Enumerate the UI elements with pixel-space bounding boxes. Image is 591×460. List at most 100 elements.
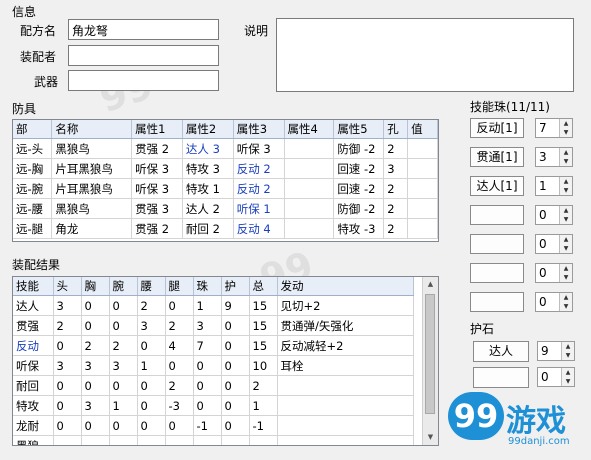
jewel-button[interactable] [470, 234, 524, 254]
charm-skill2-stepper[interactable]: 0 ▲ ▼ [537, 367, 575, 387]
table-row[interactable]: 耐回 0 0 0 0 2 0 0 2 [13, 375, 414, 396]
table-cell: 0 [109, 375, 138, 396]
column-header[interactable]: 胸 [81, 277, 110, 296]
column-header[interactable]: 属性4 [284, 120, 335, 139]
column-header[interactable]: 属性3 [233, 120, 285, 139]
column-header[interactable]: 属性2 [182, 120, 234, 139]
column-header[interactable]: 珠 [193, 277, 222, 296]
table-cell: 贯强 2 [131, 138, 183, 159]
column-header[interactable]: 孔 [383, 120, 409, 139]
table-cell: 黑狼鸟 [51, 198, 133, 219]
jewel-count-stepper[interactable]: 0 ▲ ▼ [535, 263, 573, 283]
column-header[interactable]: 腰 [137, 277, 166, 296]
jewel-count-stepper[interactable]: 0 ▲ ▼ [535, 234, 573, 254]
charm-section-label: 护石 [470, 322, 495, 336]
jewel-count: 3 [539, 150, 547, 164]
scroll-up-icon[interactable]: ▲ [423, 277, 438, 292]
column-header[interactable]: 技能 [13, 277, 54, 296]
table-row[interactable]: 反动 0 2 2 0 4 7 0 15 反动减轻+2 [13, 335, 414, 356]
column-header[interactable]: 护 [221, 277, 250, 296]
info-section-label: 信息 [12, 5, 37, 19]
column-header[interactable]: 属性1 [131, 120, 183, 139]
stepper-down-icon[interactable]: ▼ [559, 128, 572, 137]
table-cell: 反动减轻+2 [277, 335, 414, 356]
table-cell: 耳栓 [277, 355, 414, 376]
table-row[interactable]: 远-腰 黑狼鸟 贯强 3 达人 2 听保 1 防御 -2 2 [13, 198, 438, 219]
column-header[interactable]: 发动 [277, 277, 414, 296]
jewel-count: 0 [539, 295, 547, 309]
table-cell: 0 [81, 295, 110, 316]
jewel-button[interactable] [470, 263, 524, 283]
table-cell [53, 435, 82, 445]
column-header[interactable]: 部 [13, 120, 53, 139]
stepper-down-icon[interactable]: ▼ [559, 302, 572, 311]
table-cell: 0 [81, 315, 110, 336]
table-cell: 1 [109, 395, 138, 416]
recipe-name-input[interactable]: 角龙弩 [68, 19, 219, 40]
table-cell: 贯强 2 [131, 218, 183, 239]
column-header[interactable]: 值 [407, 120, 438, 139]
stepper-down-icon[interactable]: ▼ [559, 244, 572, 253]
jewel-count-stepper[interactable]: 7 ▲ ▼ [535, 118, 573, 138]
jewel-count-stepper[interactable]: 3 ▲ ▼ [535, 147, 573, 167]
scroll-thumb[interactable] [425, 294, 435, 414]
armor-table: 部名称 属性1 属性2 属性3 属性4 属性5 孔值 远-头 黑狼鸟 贯强 2 达人 3 听保 3防… [12, 119, 439, 242]
table-cell: 回速 -2 [333, 158, 385, 179]
table-cell: 0 [109, 295, 138, 316]
table-cell: 2 [383, 138, 409, 159]
table-row[interactable]: 黑狼 [13, 435, 414, 445]
table-row[interactable]: 远-头 黑狼鸟 贯强 2 达人 3 听保 3 防御 -2 2 [13, 138, 438, 159]
stepper-down-icon[interactable]: ▼ [561, 377, 574, 386]
table-row[interactable]: 达人 3 0 0 2 0 1 9 15 见切+2 [13, 295, 414, 316]
table-cell [277, 415, 414, 436]
stepper-down-icon[interactable]: ▼ [559, 215, 572, 224]
description-input[interactable] [276, 18, 574, 92]
column-header[interactable]: 头 [53, 277, 82, 296]
column-header[interactable]: 名称 [51, 120, 133, 139]
table-cell: 0 [81, 415, 110, 436]
table-row[interactable]: 贯强 2 0 0 3 2 3 0 15 贯通弹/矢强化 [13, 315, 414, 336]
table-cell [284, 138, 335, 159]
column-header[interactable]: 腿 [165, 277, 194, 296]
jewel-button[interactable] [470, 292, 524, 312]
table-cell: 0 [165, 295, 194, 316]
table-row[interactable]: 远-腕 片耳黑狼鸟 听保 3 特攻 1 反动 2 回速 -2 2 [13, 178, 438, 199]
weapon-input[interactable] [68, 70, 219, 91]
table-cell: 0 [193, 355, 222, 376]
table-cell: 远-腕 [13, 178, 53, 199]
column-header[interactable]: 总 [249, 277, 278, 296]
assembler-input[interactable] [68, 45, 219, 66]
table-cell: 0 [81, 375, 110, 396]
stepper-down-icon[interactable]: ▼ [559, 186, 572, 195]
charm-skill1-stepper[interactable]: 9 ▲ ▼ [537, 341, 575, 361]
table-cell: 3 [193, 315, 222, 336]
jewel-button[interactable]: 反动[1] [470, 118, 524, 138]
scroll-down-icon[interactable]: ▼ [423, 430, 438, 445]
jewel-count-stepper[interactable]: 0 ▲ ▼ [535, 205, 573, 225]
table-cell: 耐回 [13, 375, 54, 396]
jewel-button[interactable]: 达人[1] [470, 176, 524, 196]
charm-skill1-button[interactable]: 达人 [473, 341, 529, 362]
jewel-count-stepper[interactable]: 0 ▲ ▼ [535, 292, 573, 312]
column-header[interactable]: 腕 [109, 277, 138, 296]
table-row[interactable]: 听保 3 3 3 1 0 0 0 10 耳栓 [13, 355, 414, 376]
jewel-button[interactable]: 贯通[1] [470, 147, 524, 167]
table-cell [407, 198, 438, 219]
stepper-down-icon[interactable]: ▼ [561, 351, 574, 360]
stepper-down-icon[interactable]: ▼ [559, 157, 572, 166]
table-row[interactable]: 特攻 0 3 1 0 -3 0 0 1 [13, 395, 414, 416]
table-cell: 远-腰 [13, 198, 53, 219]
table-row[interactable]: 远-胸 片耳黑狼鸟 听保 3 特攻 3 反动 2 回速 -2 3 [13, 158, 438, 179]
table-row[interactable]: 龙耐 0 0 0 0 0 -1 0 -1 [13, 415, 414, 436]
table-row[interactable]: 远-腿 角龙 贯强 2 耐回 2 反动 4 特攻 -3 2 [13, 218, 438, 239]
table-cell: 9 [221, 295, 250, 316]
table-cell: 回速 -2 [333, 178, 385, 199]
jewel-count-stepper[interactable]: 1 ▲ ▼ [535, 176, 573, 196]
table-cell [249, 435, 278, 445]
charm-skill2-button[interactable] [473, 367, 529, 388]
result-vertical-scrollbar[interactable]: ▲ ▼ [422, 277, 438, 445]
column-header[interactable]: 属性5 [333, 120, 385, 139]
jewel-button[interactable] [470, 205, 524, 225]
stepper-down-icon[interactable]: ▼ [559, 273, 572, 282]
table-cell [221, 435, 250, 445]
